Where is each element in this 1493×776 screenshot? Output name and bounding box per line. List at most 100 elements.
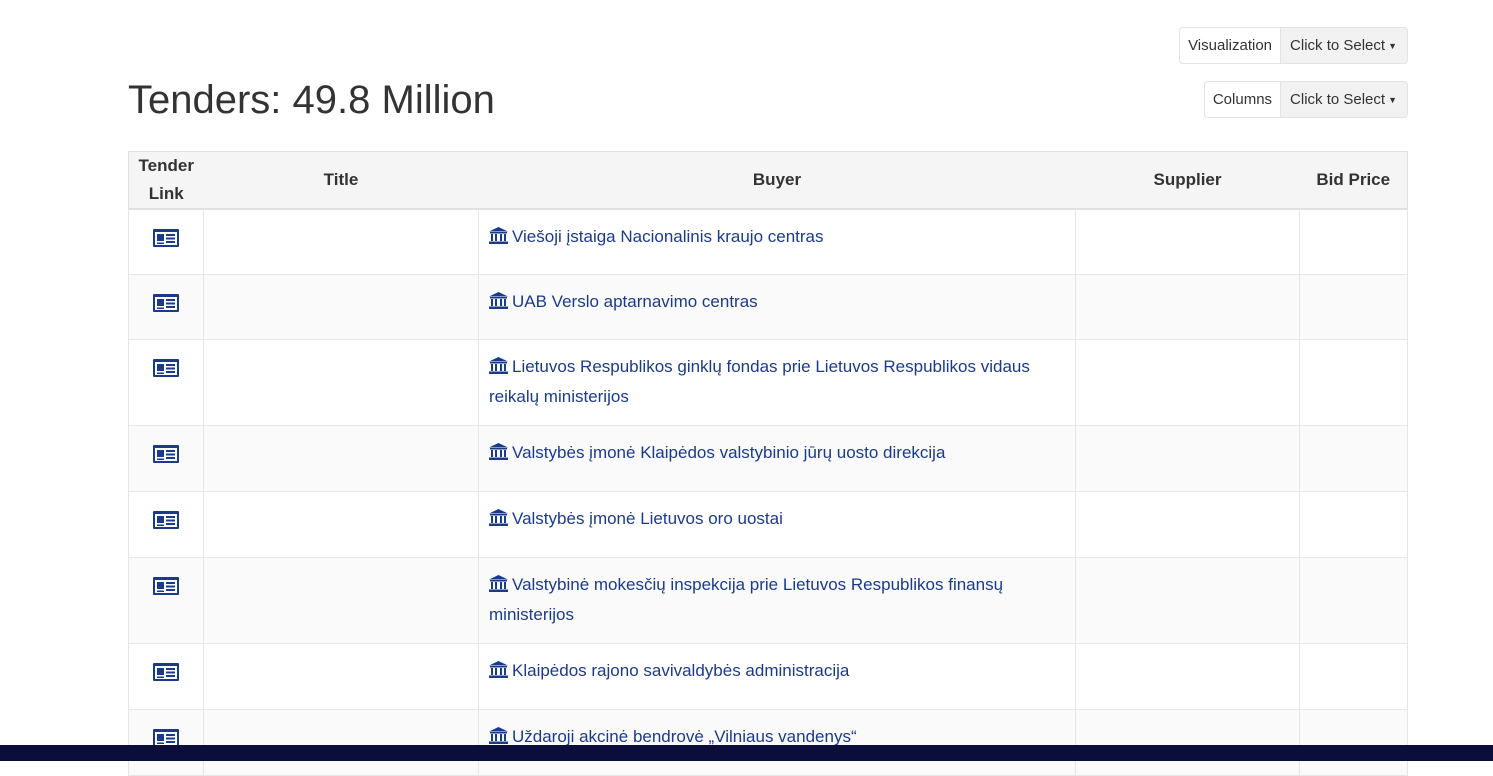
- buyer-name: Valstybinė mokesčių inspekcija prie Liet…: [489, 574, 1004, 624]
- bid-price-cell: [1299, 208, 1408, 275]
- visualization-control: Visualization Click to Select ▼: [1179, 27, 1408, 64]
- document-icon: [153, 444, 179, 463]
- title-cell: [203, 208, 479, 275]
- institution-icon: [489, 660, 508, 678]
- buyer-link[interactable]: UAB Verslo aptarnavimo centras: [489, 291, 758, 311]
- bid-price-cell: [1299, 338, 1408, 426]
- buyer-link[interactable]: Klaipėdos rajono savivaldybės administra…: [489, 660, 850, 680]
- document-icon: [153, 229, 179, 247]
- tender-link[interactable]: [152, 510, 180, 534]
- tenders-table: Tender Link Title Buyer Supplier Bid Pri…: [128, 151, 1408, 776]
- column-header-tender-link[interactable]: Tender Link: [128, 151, 204, 210]
- title-cell: [203, 490, 479, 558]
- buyer-cell: Valstybės įmonė Klaipėdos valstybinio jū…: [478, 424, 1076, 492]
- supplier-cell: [1075, 273, 1300, 340]
- column-header-supplier[interactable]: Supplier: [1075, 151, 1300, 210]
- supplier-cell: [1075, 338, 1300, 426]
- buyer-cell: Valstybinė mokesčių inspekcija prie Liet…: [478, 556, 1076, 644]
- buyer-cell: Viešoji įstaiga Nacionalinis kraujo cent…: [478, 208, 1076, 275]
- title-cell: [203, 424, 479, 492]
- buyer-link[interactable]: Valstybės įmonė Klaipėdos valstybinio jū…: [489, 442, 946, 462]
- institution-icon: [489, 227, 508, 244]
- institution-icon: [489, 291, 508, 309]
- buyer-name: Viešoji įstaiga Nacionalinis kraujo cent…: [512, 227, 824, 246]
- columns-label: Columns: [1203, 81, 1281, 118]
- tender-link[interactable]: [152, 576, 180, 600]
- tender-link[interactable]: [152, 293, 180, 317]
- buyer-name: Klaipėdos rajono savivaldybės administra…: [512, 660, 850, 680]
- table-row: Klaipėdos rajono savivaldybės administra…: [128, 642, 1408, 710]
- title-cell: [203, 338, 479, 426]
- supplier-cell: [1075, 424, 1300, 492]
- institution-icon-wrap: [489, 507, 508, 535]
- tender-link-cell: [128, 642, 204, 710]
- title-cell: [203, 642, 479, 710]
- column-header-title[interactable]: Title: [203, 151, 479, 210]
- buyer-name: Uždaroji akcinė bendrovė „Vilniaus vande…: [512, 726, 857, 746]
- column-header-bid-price[interactable]: Bid Price: [1299, 151, 1408, 210]
- document-icon: [153, 576, 179, 595]
- institution-icon: [489, 574, 508, 592]
- tender-link[interactable]: [152, 444, 180, 468]
- document-icon: [153, 662, 179, 681]
- buyer-link[interactable]: Lietuvos Respublikos ginklų fondas prie …: [489, 355, 1030, 406]
- buyer-link[interactable]: Uždaroji akcinė bendrovė „Vilniaus vande…: [489, 726, 857, 746]
- institution-icon-wrap: [489, 659, 508, 687]
- visualization-dropdown[interactable]: Click to Select ▼: [1280, 27, 1408, 64]
- tender-link-cell: [128, 556, 204, 644]
- buyer-link[interactable]: Valstybės įmonė Lietuvos oro uostai: [489, 508, 783, 528]
- tender-link-cell: [128, 490, 204, 558]
- footer-bar: [0, 745, 1493, 761]
- column-header-buyer[interactable]: Buyer: [478, 151, 1076, 210]
- bid-price-cell: [1299, 642, 1408, 710]
- table-row: Viešoji įstaiga Nacionalinis kraujo cent…: [128, 208, 1408, 275]
- tender-link-cell: [128, 338, 204, 426]
- buyer-cell: Valstybės įmonė Lietuvos oro uostai: [478, 490, 1076, 558]
- columns-dropdown-value: Click to Select: [1290, 91, 1386, 108]
- columns-dropdown[interactable]: Click to Select ▼: [1280, 81, 1408, 118]
- buyer-cell: Lietuvos Respublikos ginklų fondas prie …: [478, 338, 1076, 426]
- supplier-cell: [1075, 642, 1300, 710]
- page-title: Tenders: 49.8 Million: [128, 78, 495, 122]
- caret-down-icon: ▼: [1388, 40, 1397, 51]
- bid-price-cell: [1299, 490, 1408, 558]
- tender-link-cell: [128, 208, 204, 275]
- table-row: Valstybės įmonė Klaipėdos valstybinio jū…: [128, 424, 1408, 492]
- visualization-label: Visualization: [1179, 27, 1281, 64]
- title-cell: [203, 556, 479, 644]
- tender-link[interactable]: [152, 662, 180, 686]
- visualization-dropdown-value: Click to Select: [1290, 37, 1386, 54]
- tender-link[interactable]: [152, 229, 180, 252]
- document-icon: [153, 510, 179, 529]
- supplier-cell: [1075, 708, 1300, 776]
- tender-link-cell: [128, 424, 204, 492]
- buyer-cell: UAB Verslo aptarnavimo centras: [478, 273, 1076, 340]
- document-icon: [153, 293, 179, 312]
- tender-link[interactable]: [152, 358, 180, 382]
- tender-link-cell: [128, 708, 204, 776]
- buyer-name: Valstybės įmonė Klaipėdos valstybinio jū…: [512, 442, 946, 462]
- institution-icon: [489, 442, 508, 460]
- buyer-cell: Klaipėdos rajono savivaldybės administra…: [478, 642, 1076, 710]
- title-cell: [203, 708, 479, 776]
- table-row: UAB Verslo aptarnavimo centras: [128, 273, 1408, 340]
- column-header-tender-link-line1: Tender: [138, 156, 194, 175]
- buyer-name: Valstybės įmonė Lietuvos oro uostai: [512, 508, 783, 528]
- institution-icon-wrap: [489, 355, 508, 383]
- table-row: Valstybės įmonė Lietuvos oro uostai: [128, 490, 1408, 558]
- columns-control: Columns Click to Select ▼: [1203, 81, 1408, 118]
- institution-icon: [489, 508, 508, 526]
- table-header-row: Tender Link Title Buyer Supplier Bid Pri…: [128, 151, 1408, 210]
- supplier-cell: [1075, 490, 1300, 558]
- buyer-link[interactable]: Valstybinė mokesčių inspekcija prie Liet…: [489, 573, 1004, 624]
- buyer-name: UAB Verslo aptarnavimo centras: [512, 291, 758, 311]
- institution-icon-wrap: [489, 290, 508, 318]
- bid-price-cell: [1299, 424, 1408, 492]
- institution-icon-wrap: [489, 441, 508, 469]
- bid-price-cell: [1299, 708, 1408, 776]
- buyer-name: Lietuvos Respublikos ginklų fondas prie …: [489, 356, 1030, 406]
- buyer-link[interactable]: Viešoji įstaiga Nacionalinis kraujo cent…: [489, 227, 824, 246]
- table-row: Uždaroji akcinė bendrovė „Vilniaus vande…: [128, 708, 1408, 776]
- institution-icon-wrap: [489, 573, 508, 601]
- table-row: Lietuvos Respublikos ginklų fondas prie …: [128, 338, 1408, 426]
